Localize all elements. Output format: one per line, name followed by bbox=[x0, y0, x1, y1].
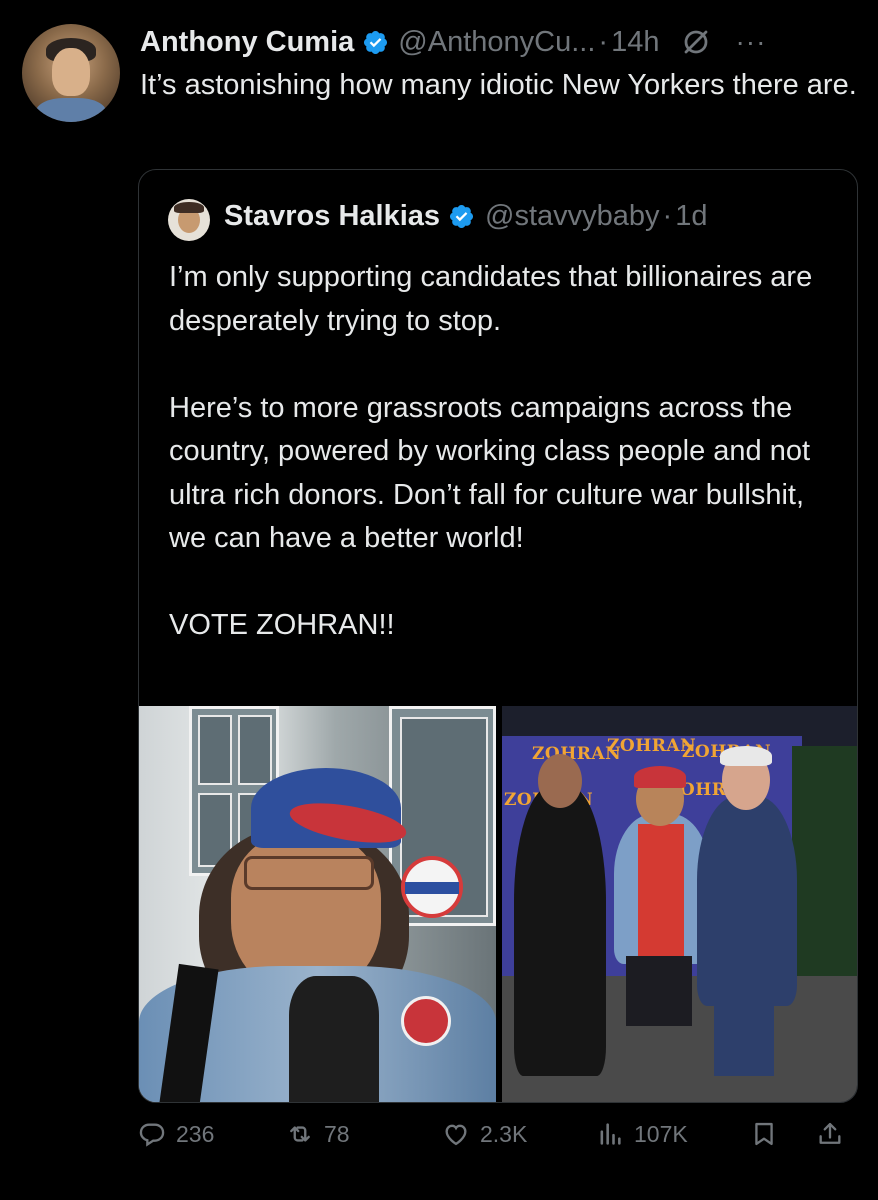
like-button[interactable]: 2.3K bbox=[442, 1120, 527, 1148]
sticker-band bbox=[405, 882, 459, 894]
person-right-coat bbox=[697, 796, 797, 1006]
share-icon bbox=[819, 1122, 841, 1144]
author-handle[interactable]: @AnthonyCu... bbox=[398, 26, 595, 59]
bookmark-button[interactable] bbox=[750, 1120, 778, 1148]
quoted-tweet-text: I’m only supporting candidates that bill… bbox=[169, 261, 813, 641]
person-middle-cap bbox=[634, 766, 686, 788]
repost-button[interactable]: 78 bbox=[286, 1120, 350, 1148]
grok-icon[interactable] bbox=[681, 27, 711, 57]
author-name[interactable]: Anthony Cumia bbox=[140, 26, 354, 59]
bookmark-icon bbox=[755, 1122, 773, 1146]
quoted-author-avatar[interactable] bbox=[168, 199, 210, 241]
window-pane bbox=[198, 715, 232, 785]
person-left-head bbox=[538, 754, 582, 808]
quoted-author-name[interactable]: Stavros Halkias bbox=[224, 200, 440, 233]
person-glasses bbox=[244, 856, 374, 890]
like-icon bbox=[445, 1124, 467, 1146]
like-count: 2.3K bbox=[480, 1120, 528, 1147]
person-right-hair bbox=[720, 746, 772, 766]
verified-badge-icon bbox=[364, 30, 388, 54]
hedge bbox=[792, 746, 857, 996]
share-button[interactable] bbox=[816, 1120, 844, 1148]
tweet-action-bar: 236 78 2.3K 107K bbox=[138, 1120, 858, 1160]
quoted-tweet-time[interactable]: 1d bbox=[675, 200, 707, 233]
repost-count: 78 bbox=[324, 1120, 350, 1147]
views-button[interactable]: 107K bbox=[596, 1120, 688, 1148]
avatar-face bbox=[52, 48, 90, 96]
more-icon[interactable]: ··· bbox=[735, 28, 766, 56]
quoted-tweet-header: Stavros Halkias @stavvybaby · 1d bbox=[224, 200, 707, 233]
avatar-hair bbox=[174, 202, 204, 213]
person-middle-shirt bbox=[638, 824, 684, 964]
person-middle-legs bbox=[626, 956, 692, 1026]
voted-sticker bbox=[401, 856, 463, 918]
reply-button[interactable]: 236 bbox=[138, 1120, 214, 1148]
tweet-header: Anthony Cumia @AnthonyCu... · 14h ··· bbox=[140, 22, 860, 62]
media-photo-selfie[interactable] bbox=[139, 706, 496, 1102]
separator-dot: · bbox=[598, 25, 609, 58]
reply-count: 236 bbox=[176, 1120, 215, 1147]
media-photo-group[interactable]: ZOHRAN ZOHRAN ZOHRAN ZOHRAN ZOHRAN bbox=[502, 706, 857, 1102]
window-pane bbox=[238, 715, 272, 785]
separator-dot: · bbox=[662, 200, 673, 232]
repost-icon bbox=[290, 1126, 310, 1142]
person-shirt bbox=[289, 976, 379, 1102]
person-left-coat bbox=[514, 786, 606, 1076]
reply-icon bbox=[139, 1123, 165, 1147]
quoted-tweet[interactable]: Stavros Halkias @stavvybaby · 1d I’m onl… bbox=[138, 169, 858, 1103]
views-icon bbox=[600, 1123, 621, 1145]
jacket-pin bbox=[401, 996, 451, 1046]
quoted-tweet-media: ZOHRAN ZOHRAN ZOHRAN ZOHRAN ZOHRAN bbox=[139, 706, 857, 1102]
views-count: 107K bbox=[634, 1120, 688, 1147]
person-right-legs bbox=[714, 996, 774, 1076]
tweet-text: It’s astonishing how many idiotic New Yo… bbox=[140, 69, 857, 101]
author-avatar[interactable] bbox=[22, 24, 120, 122]
tweet-time[interactable]: 14h bbox=[611, 26, 659, 59]
quoted-author-handle[interactable]: @stavvybaby bbox=[485, 200, 660, 233]
avatar-shirt bbox=[36, 98, 106, 122]
verified-badge-icon bbox=[449, 204, 474, 229]
